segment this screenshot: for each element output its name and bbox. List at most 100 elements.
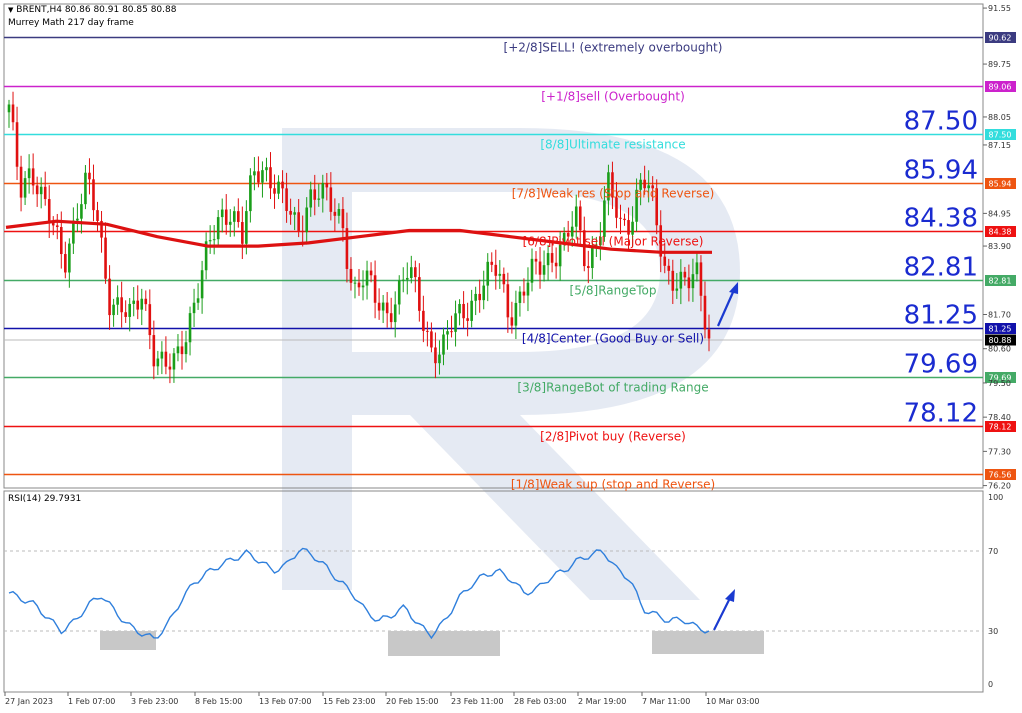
candle-body bbox=[261, 170, 264, 183]
level-price-tag-text-3: 85.94 bbox=[989, 180, 1012, 189]
level-label-3: [7/8]Weak res (Stop and Reverse) bbox=[512, 187, 715, 201]
level-price-tag-text-9: 76.56 bbox=[989, 471, 1012, 480]
candle-body bbox=[289, 210, 292, 215]
candle-body bbox=[253, 171, 256, 176]
candle-body bbox=[313, 189, 317, 200]
candle-body bbox=[152, 335, 156, 367]
level-big-value-6: 81.25 bbox=[904, 301, 978, 331]
candle-body bbox=[466, 318, 469, 321]
y-tick-label-2: 89.75 bbox=[988, 60, 1011, 69]
candle-body bbox=[422, 310, 425, 331]
candle-body bbox=[550, 253, 554, 263]
level-big-value-8: 78.12 bbox=[904, 399, 978, 429]
candle-body bbox=[232, 211, 236, 222]
candle-body bbox=[47, 199, 51, 223]
candle-body bbox=[587, 266, 590, 269]
candle-body bbox=[333, 211, 337, 216]
rsi-tick-label-0: 100 bbox=[988, 493, 1003, 502]
candle-body bbox=[430, 331, 433, 348]
candle-body bbox=[224, 209, 228, 225]
candle-body bbox=[361, 285, 365, 288]
candle-body bbox=[104, 237, 107, 279]
x-tick-label-2: 3 Feb 23:00 bbox=[131, 697, 178, 706]
candle-body bbox=[43, 186, 47, 200]
candle-body bbox=[526, 282, 530, 296]
candle-body bbox=[132, 300, 136, 304]
candle-body bbox=[474, 293, 477, 301]
candle-body bbox=[325, 182, 329, 188]
level-label-8: [2/8]Pivot buy (Reverse) bbox=[540, 430, 686, 444]
rsi-oversold-zone-1 bbox=[388, 631, 500, 656]
candle-body bbox=[297, 212, 300, 231]
candle-body bbox=[192, 302, 196, 314]
candle-body bbox=[486, 261, 490, 286]
candle-body bbox=[144, 298, 148, 305]
rsi-oversold-zone-2 bbox=[652, 631, 764, 654]
candle-body bbox=[454, 313, 457, 332]
level-big-value-3: 85.94 bbox=[904, 156, 978, 186]
candle-body bbox=[245, 211, 248, 244]
candle-body bbox=[574, 206, 578, 227]
y-tick-label-0: 91.55 bbox=[988, 4, 1011, 13]
candle-body bbox=[369, 270, 373, 276]
x-tick-label-9: 2 Mar 19:00 bbox=[578, 697, 626, 706]
dropdown-triangle-icon[interactable]: ▼ bbox=[8, 6, 13, 14]
candle-body bbox=[434, 347, 437, 364]
candle-body bbox=[442, 334, 445, 355]
candle-body bbox=[357, 282, 361, 288]
candle-body bbox=[679, 271, 683, 289]
candle-body bbox=[691, 274, 695, 289]
candle-body bbox=[72, 220, 75, 244]
candle-body bbox=[220, 209, 224, 218]
candle-body bbox=[699, 262, 703, 296]
candle-body bbox=[208, 240, 212, 242]
candle-body bbox=[317, 198, 321, 200]
level-price-tag-text-6: 81.25 bbox=[989, 325, 1012, 334]
candle-body bbox=[381, 302, 385, 311]
rsi-indicator: 100 70 30 0 bbox=[4, 493, 1003, 689]
candle-body bbox=[180, 346, 184, 355]
candle-body bbox=[365, 270, 369, 286]
candle-body bbox=[293, 212, 296, 215]
candle-body bbox=[64, 254, 67, 273]
candle-body bbox=[120, 297, 123, 313]
candle-body bbox=[305, 207, 309, 233]
candle-body bbox=[124, 312, 127, 317]
candle-body bbox=[627, 220, 630, 235]
candle-body bbox=[76, 218, 79, 221]
x-tick-label-3: 8 Feb 15:00 bbox=[195, 697, 242, 706]
y-tick-label-6: 87.15 bbox=[988, 141, 1011, 150]
candle-body bbox=[11, 104, 15, 123]
candle-body bbox=[707, 329, 711, 339]
rsi-header: RSI(14) 29.7931 bbox=[8, 494, 82, 504]
candle-body bbox=[414, 267, 417, 278]
candle-body bbox=[88, 172, 91, 180]
level-price-tag-text-8: 78.12 bbox=[989, 423, 1012, 432]
candle-body bbox=[35, 185, 39, 195]
candle-body bbox=[92, 179, 95, 211]
candle-body bbox=[172, 353, 176, 370]
candle-body bbox=[409, 267, 413, 278]
current-price-tag-text: 80.88 bbox=[989, 336, 1012, 345]
level-price-tag-text-2: 87.50 bbox=[989, 131, 1012, 140]
candle-body bbox=[490, 261, 494, 265]
candle-body bbox=[23, 178, 27, 198]
symbol-line: BRENT,H4 80.86 80.91 80.85 80.88 bbox=[16, 5, 177, 15]
y-tick-label-4: 88.05 bbox=[988, 113, 1011, 122]
candle-body bbox=[345, 228, 349, 269]
candle-body bbox=[84, 172, 87, 205]
x-tick-label-4: 13 Feb 07:00 bbox=[259, 697, 311, 706]
candle-body bbox=[200, 270, 204, 299]
candle-body bbox=[353, 282, 357, 284]
level-label-4: [6/8]Pivot sell (Major Reverse) bbox=[523, 235, 704, 249]
level-big-value-5: 82.81 bbox=[904, 253, 978, 283]
candle-body bbox=[15, 122, 19, 167]
level-price-tag-text-5: 82.81 bbox=[989, 277, 1012, 286]
candle-body bbox=[538, 261, 542, 275]
candle-body bbox=[534, 258, 538, 262]
candle-body bbox=[623, 218, 626, 221]
candle-body bbox=[59, 227, 63, 255]
candle-body bbox=[116, 297, 119, 305]
x-tick-label-10: 7 Mar 11:00 bbox=[642, 697, 690, 706]
symbol-header: ▼ BRENT,H4 80.86 80.91 80.85 80.88 bbox=[8, 5, 176, 15]
